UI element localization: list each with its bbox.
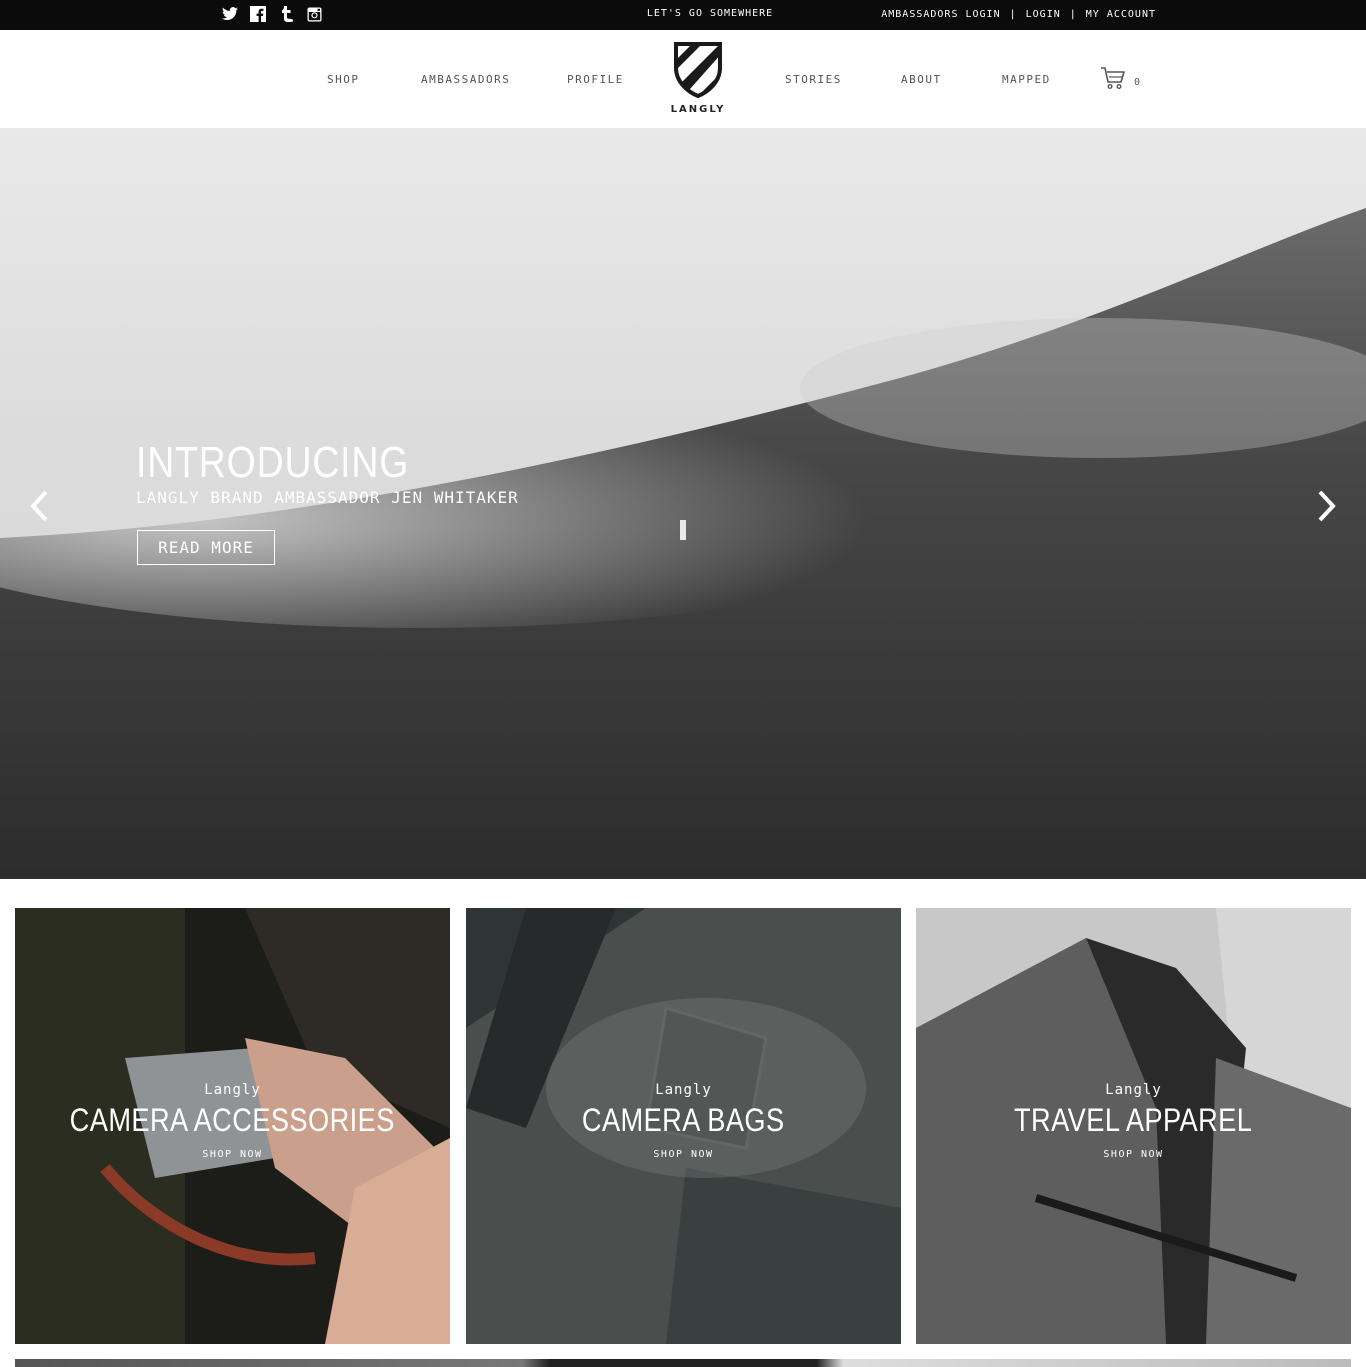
shop-now-link[interactable]: SHOP NOW — [15, 1149, 450, 1160]
tile-title: CAMERA ACCESSORIES — [69, 1102, 396, 1138]
chevron-left-icon — [30, 490, 48, 522]
main-nav: SHOP AMBASSADORS PROFILE LANGLY STORIES … — [0, 30, 1366, 128]
hero-slider: INTRODUCING LANGLY BRAND AMBASSADOR JEN … — [0, 128, 1366, 879]
chevron-right-icon — [1318, 490, 1336, 522]
separator: | — [1069, 9, 1077, 20]
read-more-button[interactable]: READ MORE — [137, 530, 275, 565]
account-links: AMBASSADORS LOGIN | LOGIN | MY ACCOUNT — [881, 9, 1156, 20]
tile-caption: Langly CAMERA ACCESSORIES SHOP NOW — [15, 1082, 450, 1160]
hiker-figure — [680, 520, 686, 540]
cart-button[interactable]: 0 — [1100, 66, 1140, 90]
nav-item-about[interactable]: ABOUT — [901, 73, 942, 86]
cart-icon — [1101, 67, 1125, 90]
tile-brand: Langly — [204, 1082, 261, 1098]
tile-brand: Langly — [1105, 1082, 1162, 1098]
shop-now-link[interactable]: SHOP NOW — [916, 1149, 1351, 1160]
nav-item-mapped[interactable]: MAPPED — [1002, 73, 1051, 86]
hero-subtitle: LANGLY BRAND AMBASSADOR JEN WHITAKER — [136, 488, 519, 507]
category-tile-travel-apparel[interactable]: Langly TRAVEL APPAREL SHOP NOW — [916, 908, 1351, 1344]
nav-item-stories[interactable]: STORIES — [785, 73, 842, 86]
tile-caption: Langly CAMERA BAGS SHOP NOW — [466, 1082, 901, 1160]
slider-next-button[interactable] — [1312, 486, 1342, 526]
tagline: LET'S GO SOMEWHERE — [646, 8, 774, 19]
top-bar: LET'S GO SOMEWHERE AMBASSADORS LOGIN | L… — [0, 0, 1366, 30]
my-account-link[interactable]: MY ACCOUNT — [1086, 9, 1156, 20]
category-tile-camera-bags[interactable]: Langly CAMERA BAGS SHOP NOW — [466, 908, 901, 1344]
cart-count: 0 — [1134, 77, 1141, 88]
category-tile-camera-accessories[interactable]: Langly CAMERA ACCESSORIES SHOP NOW — [15, 908, 450, 1344]
login-link[interactable]: LOGIN — [1026, 9, 1061, 20]
separator: | — [1009, 9, 1017, 20]
shop-now-link[interactable]: SHOP NOW — [466, 1149, 901, 1160]
nav-item-shop[interactable]: SHOP — [327, 73, 360, 86]
tile-title: CAMERA BAGS — [582, 1102, 785, 1138]
shield-logo-icon — [674, 42, 722, 99]
nav-item-profile[interactable]: PROFILE — [567, 73, 624, 86]
tile-title: TRAVEL APPAREL — [1014, 1102, 1253, 1138]
tile-caption: Langly TRAVEL APPAREL SHOP NOW — [916, 1082, 1351, 1160]
site-logo[interactable]: LANGLY — [670, 40, 726, 115]
hero-title: INTRODUCING — [136, 438, 410, 487]
slider-prev-button[interactable] — [24, 486, 54, 526]
ambassadors-login-link[interactable]: AMBASSADORS LOGIN — [881, 9, 1000, 20]
logo-text: LANGLY — [670, 104, 726, 115]
tile-brand: Langly — [655, 1082, 712, 1098]
next-section-preview — [15, 1359, 1351, 1367]
nav-item-ambassadors[interactable]: AMBASSADORS — [421, 73, 510, 86]
